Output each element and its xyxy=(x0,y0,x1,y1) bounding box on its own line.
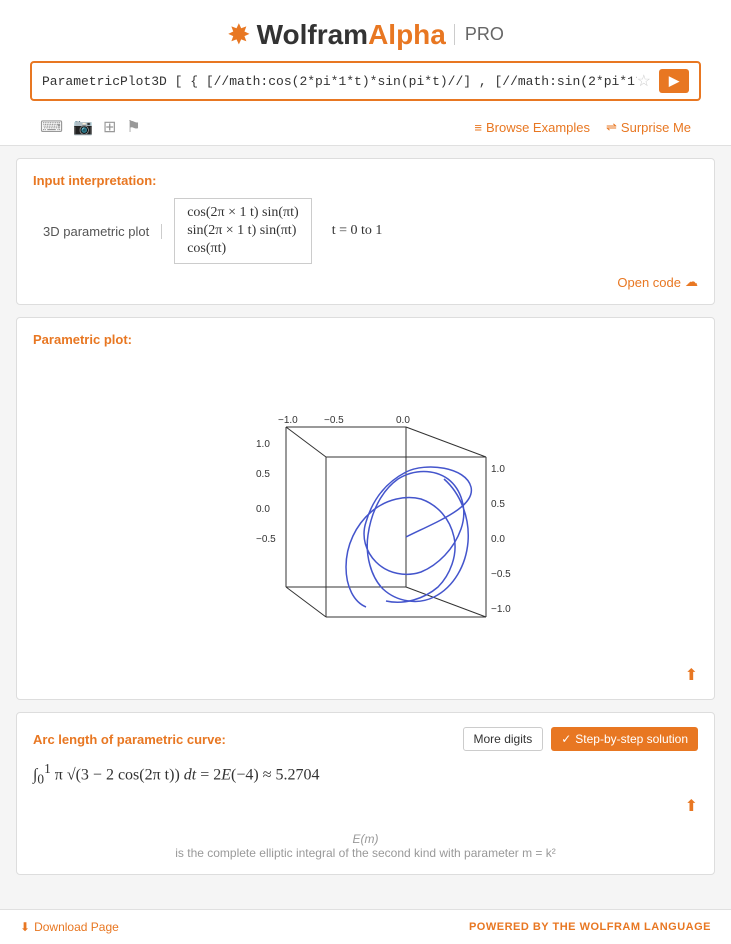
download-page-link[interactable]: ⬇ Download Page xyxy=(20,920,119,934)
browse-examples-link[interactable]: ≡ Browse Examples xyxy=(474,120,590,135)
keyboard-icon[interactable]: ⌨ xyxy=(40,117,63,137)
search-go-button[interactable]: ▶ xyxy=(659,69,689,93)
formula-note-sub: is the complete elliptic integral of the… xyxy=(33,846,698,860)
arc-upload-icon[interactable]: ⬆ xyxy=(685,796,698,816)
shuffle-icon: ⇌ xyxy=(606,119,617,135)
camera-icon[interactable]: 📷 xyxy=(73,117,93,137)
interpretation-range: t = 0 to 1 xyxy=(332,223,383,239)
wolfram-star-icon: ✸ xyxy=(227,18,250,51)
arc-length-buttons: More digits ✓ Step-by-step solution xyxy=(463,727,698,751)
menu-icon: ≡ xyxy=(474,120,482,135)
download-label: Download Page xyxy=(34,920,119,934)
search-input[interactable] xyxy=(42,74,637,89)
logo-row: ✸ WolframAlpha PRO xyxy=(20,10,711,61)
powered-text: POWERED BY THE xyxy=(469,921,576,933)
search-bar: ☆ ▶ xyxy=(30,61,701,101)
pod-plot-title: Parametric plot: xyxy=(33,332,698,347)
svg-text:−0.5: −0.5 xyxy=(324,415,344,426)
pod-arc-title: Arc length of parametric curve: xyxy=(33,732,226,747)
plot-upload-icon[interactable]: ⬆ xyxy=(685,665,698,685)
svg-text:−1.0: −1.0 xyxy=(491,604,511,615)
pod-input-title: Input interpretation: xyxy=(33,173,698,188)
svg-text:0.5: 0.5 xyxy=(491,499,505,510)
toolbar-right: ≡ Browse Examples ⇌ Surprise Me xyxy=(474,119,691,135)
svg-text:−0.5: −0.5 xyxy=(256,534,276,545)
open-code-row: Open code ☁ xyxy=(33,274,698,290)
flag-icon[interactable]: ⚑ xyxy=(126,117,140,137)
logo-alpha: Alpha xyxy=(368,19,446,50)
footer: ⬇ Download Page POWERED BY THE WOLFRAM L… xyxy=(0,909,731,944)
arc-length-formula: ∫01 π √(3 − 2 cos(2π t)) dt = 2E(−4) ≈ 5… xyxy=(33,761,698,788)
logo-pro: PRO xyxy=(454,24,504,45)
toolbar: ⌨ 📷 ⊞ ⚑ ≡ Browse Examples ⇌ Surprise Me xyxy=(20,111,711,145)
plot-container: −1.0 −0.5 0.0 0.0 −0.5 0.5 1.0 0.0 0.5 1… xyxy=(33,357,698,657)
wolfram-language-label: WOLFRAM LANGUAGE xyxy=(580,921,711,933)
interpretation-table: 3D parametric plot cos(2π × 1 t) sin(πt)… xyxy=(43,198,698,264)
open-code-label: Open code xyxy=(617,275,681,290)
browse-examples-label: Browse Examples xyxy=(486,120,590,135)
pod-input-interpretation: Input interpretation: 3D parametric plot… xyxy=(16,158,715,305)
header: ✸ WolframAlpha PRO ☆ ▶ ⌨ 📷 ⊞ ⚑ ≡ Browse … xyxy=(0,0,731,146)
cloud-upload-icon: ☁ xyxy=(685,274,698,290)
svg-text:1.0: 1.0 xyxy=(491,464,505,475)
toolbar-left: ⌨ 📷 ⊞ ⚑ xyxy=(40,117,141,137)
formula-row-2: sin(2π × 1 t) sin(πt) xyxy=(187,223,298,239)
svg-text:0.5: 0.5 xyxy=(256,469,270,480)
plot-cloud-icon-row: ⬆ xyxy=(33,665,698,685)
favorite-icon[interactable]: ☆ xyxy=(637,71,651,91)
formula-note: E(m) xyxy=(33,832,698,846)
svg-text:0.0: 0.0 xyxy=(256,504,270,515)
surprise-me-label: Surprise Me xyxy=(621,120,691,135)
grid-icon[interactable]: ⊞ xyxy=(103,117,116,137)
arc-cloud-icon-row: ⬆ xyxy=(33,796,698,816)
surprise-me-link[interactable]: ⇌ Surprise Me xyxy=(606,119,691,135)
svg-text:0.0: 0.0 xyxy=(491,534,505,545)
pod-arc-length: Arc length of parametric curve: More dig… xyxy=(16,712,715,875)
svg-text:0.0: 0.0 xyxy=(396,415,410,426)
more-digits-button[interactable]: More digits xyxy=(463,727,544,751)
download-icon: ⬇ xyxy=(20,920,30,934)
arc-length-header: Arc length of parametric curve: More dig… xyxy=(33,727,698,751)
checkmark-icon: ✓ xyxy=(561,732,571,746)
parametric-plot-svg: −1.0 −0.5 0.0 0.0 −0.5 0.5 1.0 0.0 0.5 1… xyxy=(206,367,526,647)
step-by-step-button[interactable]: ✓ Step-by-step solution xyxy=(551,727,698,751)
note-line1: E(m) xyxy=(353,832,379,846)
svg-text:−1.0: −1.0 xyxy=(278,415,298,426)
pod-parametric-plot: Parametric plot: xyxy=(16,317,715,700)
main-content: Input interpretation: 3D parametric plot… xyxy=(0,146,731,899)
logo-text: WolframAlpha xyxy=(257,19,446,51)
note-line2: is the complete elliptic integral of the… xyxy=(175,846,556,860)
step-by-step-label: Step-by-step solution xyxy=(575,732,688,746)
formula-row-1: cos(2π × 1 t) sin(πt) xyxy=(187,205,298,221)
open-code-link[interactable]: Open code ☁ xyxy=(617,274,698,290)
interpretation-label: 3D parametric plot xyxy=(43,224,162,239)
formula-row-3: cos(πt) xyxy=(187,241,298,257)
interpretation-formulas: cos(2π × 1 t) sin(πt) sin(2π × 1 t) sin(… xyxy=(174,198,311,264)
svg-text:−0.5: −0.5 xyxy=(491,569,511,580)
svg-text:1.0: 1.0 xyxy=(256,439,270,450)
powered-by: POWERED BY THE WOLFRAM LANGUAGE xyxy=(469,921,711,933)
logo-wolfram: Wolfram xyxy=(257,19,369,50)
